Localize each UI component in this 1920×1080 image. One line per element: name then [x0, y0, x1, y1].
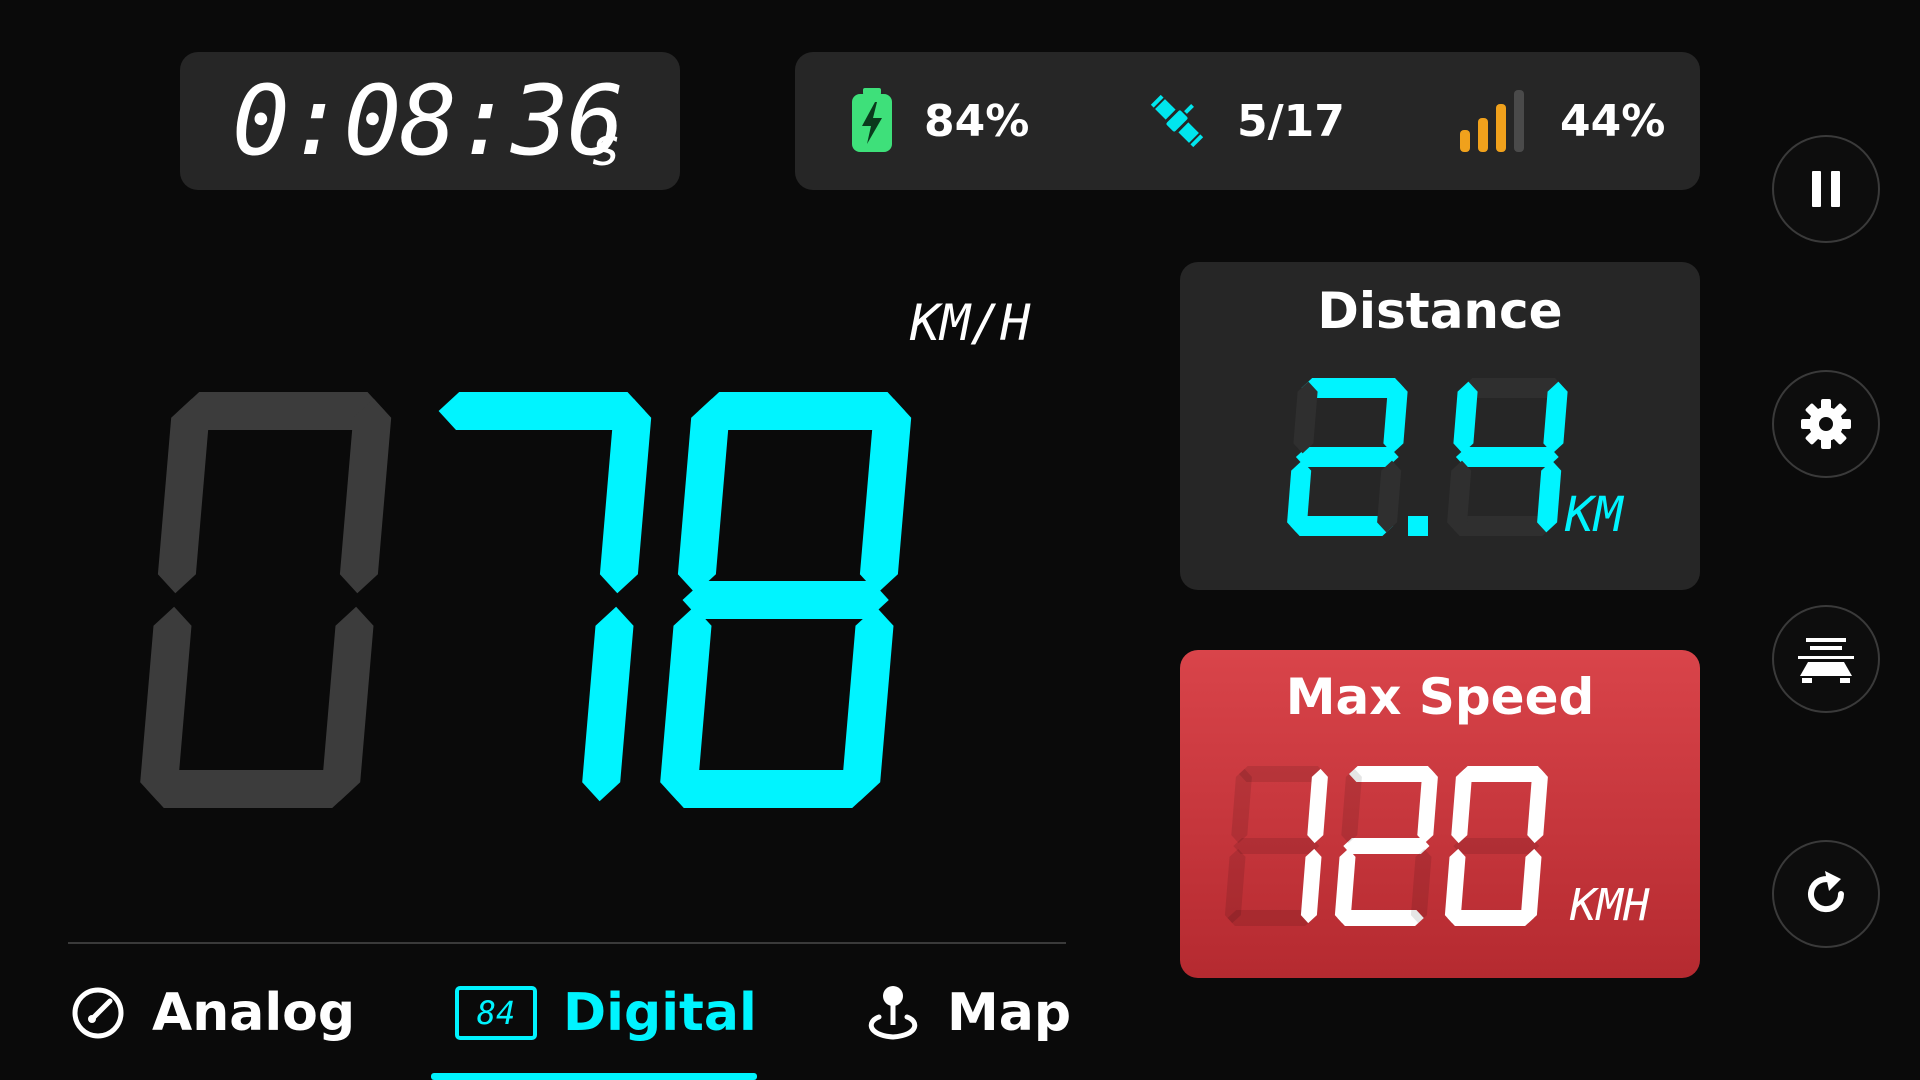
distance-panel: Distance KM	[1180, 262, 1700, 590]
tab-bar-divider	[68, 942, 1066, 944]
max-speed-unit-label: KMH	[1570, 880, 1650, 931]
trip-timer-unit: s	[590, 118, 622, 178]
status-bar-panel: 84% 5/17 44%	[795, 52, 1700, 190]
tab-map[interactable]: Map	[865, 968, 1071, 1058]
max-speed-digit-2-segment-c	[1520, 848, 1542, 924]
speed-digit-0-segment-f	[157, 398, 210, 594]
battery-status: 84%	[850, 52, 1029, 190]
refresh-icon	[1808, 871, 1845, 913]
settings-button[interactable]	[1772, 370, 1880, 478]
speed-digit-2-segment-c	[842, 606, 894, 802]
trip-timer-panel: 0:08:36 s	[180, 52, 680, 190]
gear-icon	[1801, 399, 1851, 449]
distance-digit-0-segment-c	[1377, 460, 1402, 533]
max-speed-digit-2	[1444, 766, 1548, 926]
max-speed-digit-0-segment-g	[1233, 838, 1320, 854]
max-speed-digit-1-segment-c	[1410, 848, 1432, 924]
distance-digit-1-segment-c	[1537, 460, 1562, 533]
satellite-count-text: 5/17	[1237, 95, 1345, 147]
distance-decimal-point	[1408, 516, 1428, 536]
speed-digit-1-segment-c	[582, 606, 634, 802]
active-tab-indicator	[431, 1073, 757, 1080]
max-speed-digit-0-segment-c	[1300, 848, 1322, 924]
max-speed-value-display	[1224, 766, 1548, 926]
tab-digital[interactable]: 84 Digital	[455, 968, 757, 1058]
distance-digit-1-segment-f	[1453, 381, 1478, 454]
distance-title: Distance	[1317, 282, 1563, 340]
hud-mirror-icon	[1798, 638, 1854, 683]
max-speed-digit-0	[1224, 766, 1328, 926]
battery-charging-icon	[852, 88, 892, 152]
speed-digit-0-segment-c	[322, 606, 374, 802]
pause-button[interactable]	[1772, 135, 1880, 243]
speed-digit-0	[140, 392, 392, 808]
distance-value-display	[1287, 378, 1568, 536]
digital-display-icon: 84	[455, 986, 537, 1040]
current-speed-display	[140, 392, 912, 808]
max-speed-digit-2-segment-f	[1451, 768, 1472, 844]
speed-unit-label: KM/H	[910, 294, 1031, 352]
speed-digit-2-segment-g	[682, 581, 889, 619]
speed-digit-1	[438, 392, 652, 802]
digital-icon-badge: 84	[476, 994, 516, 1032]
speedometer-icon	[72, 987, 124, 1039]
reset-button[interactable]	[1772, 840, 1880, 948]
distance-digit-0-segment-g	[1295, 447, 1399, 467]
max-speed-digit-1-segment-f	[1341, 768, 1362, 844]
signal-status: 44%	[1458, 52, 1665, 190]
max-speed-digit-1	[1334, 766, 1438, 926]
max-speed-digit-2-segment-g	[1453, 838, 1540, 854]
satellite-icon	[1150, 94, 1204, 148]
distance-digit-1-segment-g	[1455, 447, 1559, 467]
trip-timer-value: 0:08:36	[232, 65, 625, 177]
signal-strength-text: 44%	[1560, 95, 1666, 147]
max-speed-title: Max Speed	[1285, 668, 1595, 726]
map-pin-icon	[868, 986, 918, 1040]
speed-digit-2-segment-f	[677, 398, 730, 594]
tab-digital-label: Digital	[563, 983, 757, 1043]
signal-bars-icon	[1460, 90, 1524, 152]
distance-digit-1	[1447, 378, 1568, 536]
tab-map-label: Map	[947, 983, 1072, 1043]
distance-digit-0-segment-f	[1293, 381, 1318, 454]
speed-digit-2	[660, 392, 912, 808]
pause-icon	[1812, 171, 1840, 207]
max-speed-digit-1-segment-g	[1343, 838, 1430, 854]
max-speed-panel: Max Speed KMH	[1180, 650, 1700, 978]
distance-unit-label: KM	[1565, 487, 1623, 543]
tab-analog[interactable]: Analog	[70, 968, 355, 1058]
distance-digit-0	[1287, 378, 1408, 536]
max-speed-digit-0-segment-f	[1231, 768, 1252, 844]
satellite-status: 5/17	[1147, 52, 1345, 190]
tab-analog-label: Analog	[152, 983, 356, 1043]
battery-level-text: 84%	[924, 95, 1030, 147]
hud-mirror-button[interactable]	[1772, 605, 1880, 713]
